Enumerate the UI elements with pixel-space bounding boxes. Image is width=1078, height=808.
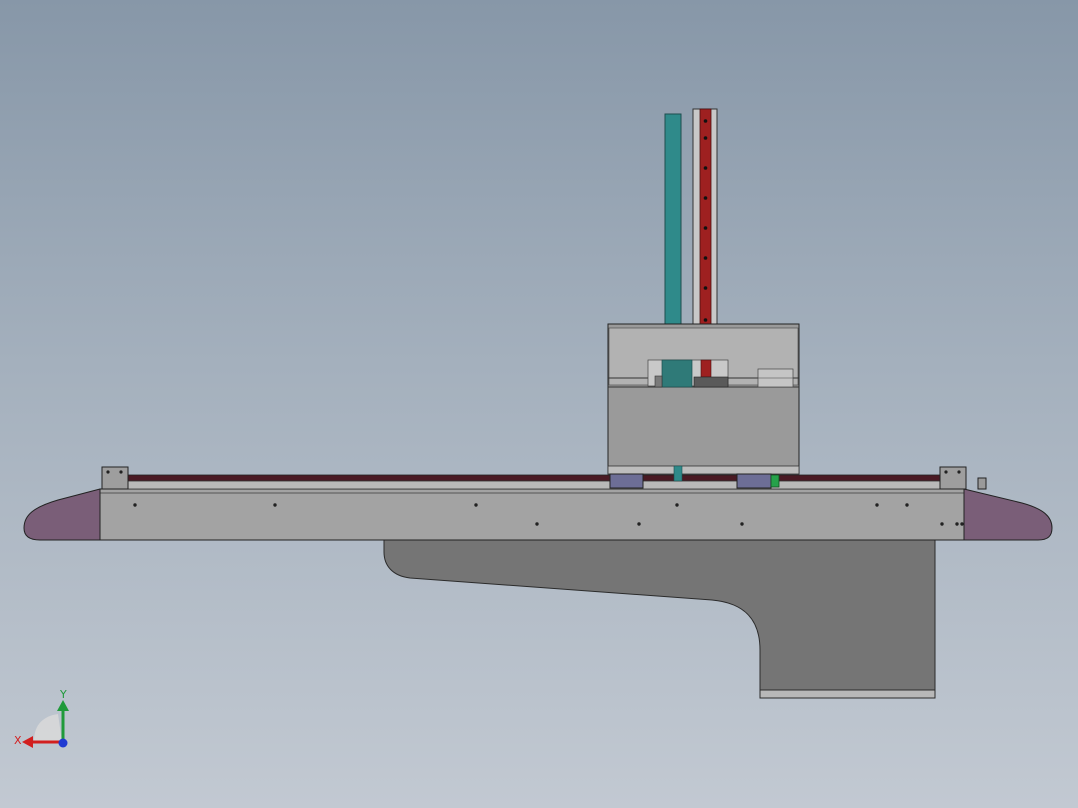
bracket-bolt (957, 470, 961, 474)
y-axis-label: Y (59, 688, 67, 701)
teal-guide-rod[interactable] (664, 113, 682, 327)
cad-viewport[interactable]: Y X (0, 0, 1078, 808)
main-beam[interactable] (99, 488, 965, 541)
inner-dark-block (693, 376, 729, 388)
coordinate-triad[interactable]: Y X (10, 686, 80, 756)
slider-block-right[interactable] (736, 473, 772, 489)
slider-block-left[interactable] (609, 473, 644, 489)
inner-left-tab (654, 375, 663, 388)
right-end-cap[interactable] (963, 488, 1053, 541)
x-arrow-icon (22, 736, 33, 748)
base-foot-strip (759, 689, 936, 699)
cad-model-view[interactable] (0, 0, 1078, 808)
bracket-bolt (106, 470, 110, 474)
teal-rod-lower (673, 465, 683, 482)
right-rail-bracket[interactable] (939, 466, 967, 490)
base-support-plate[interactable] (383, 539, 936, 693)
y-arrow-icon (57, 700, 69, 711)
end-stop-sensor[interactable] (977, 477, 987, 490)
rail-guide-strip (107, 480, 965, 490)
linear-rail[interactable] (111, 474, 963, 482)
inner-teal-block (661, 359, 693, 388)
z-axis-icon (58, 738, 68, 748)
carriage-base-strip (607, 465, 800, 475)
left-end-cap[interactable] (23, 488, 101, 541)
bracket-bolt (944, 470, 948, 474)
green-sensor[interactable] (770, 474, 780, 488)
left-rail-bracket[interactable] (101, 466, 129, 490)
triad-plane-icon (34, 714, 62, 742)
x-axis-label: X (14, 734, 22, 747)
inner-red-block (700, 359, 712, 378)
vertical-red-rail[interactable] (699, 108, 712, 327)
bracket-bolt (119, 470, 123, 474)
